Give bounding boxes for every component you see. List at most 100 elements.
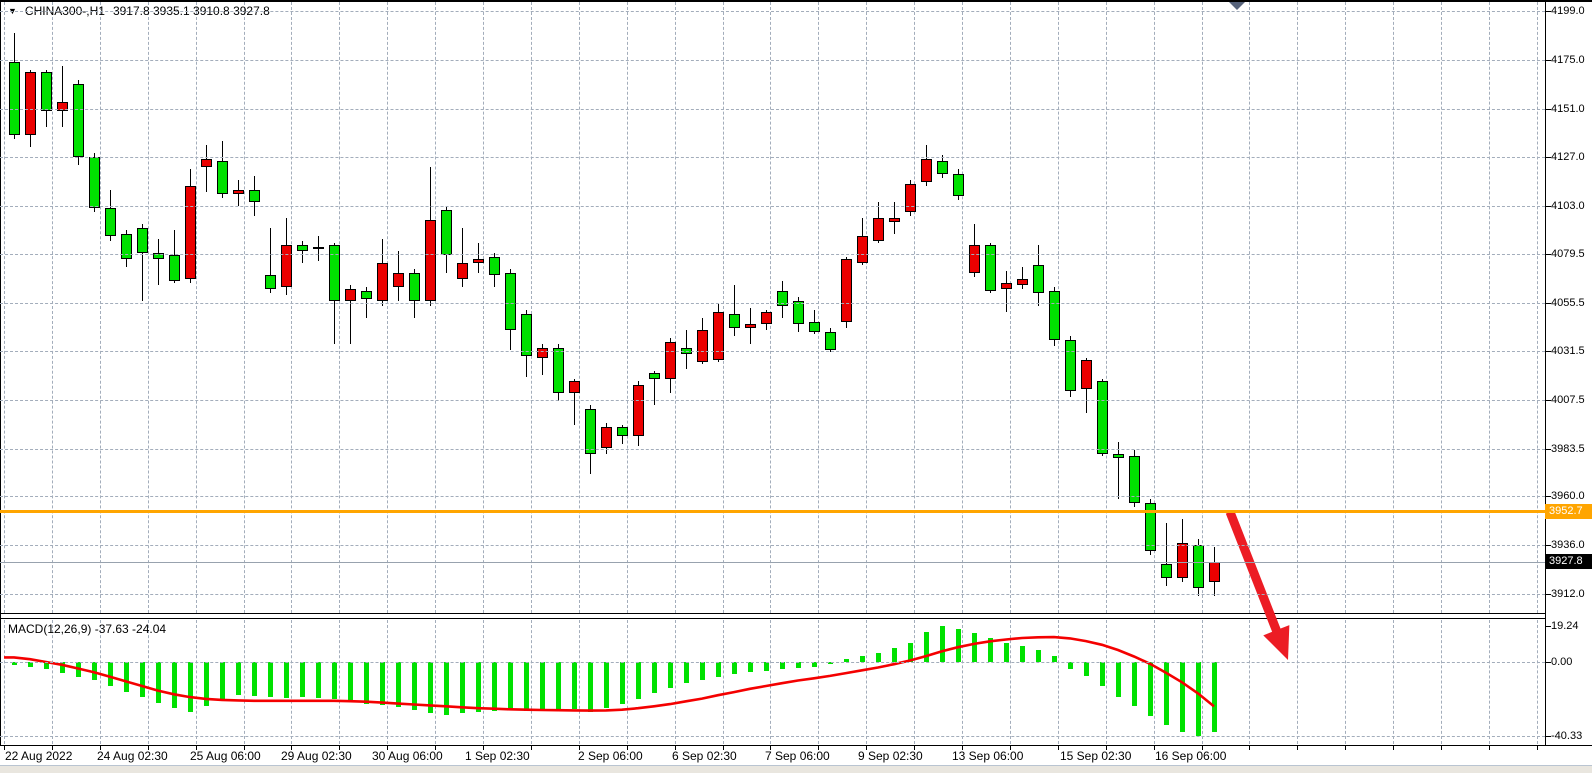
- time-axis-label: 15 Sep 02:30: [1060, 749, 1131, 763]
- macd-histogram-bar: [700, 662, 705, 680]
- macd-histogram-bar: [236, 662, 241, 695]
- macd-histogram-bar: [1084, 662, 1089, 676]
- horizontal-gridline: [0, 109, 1545, 110]
- macd-histogram-bar: [124, 662, 129, 692]
- panel-separator[interactable]: [0, 618, 1545, 619]
- macd-histogram-bar: [332, 662, 337, 699]
- candle-bullish: [665, 342, 676, 379]
- vertical-gridline: [914, 620, 915, 744]
- macd-histogram-bar: [172, 662, 177, 708]
- time-axis-tick: [627, 745, 628, 750]
- candle-bearish: [217, 161, 228, 194]
- macd-histogram-bar: [684, 662, 689, 683]
- candle-bullish: [633, 385, 644, 436]
- macd-histogram-bar: [1100, 662, 1105, 686]
- vertical-gridline: [1010, 2, 1011, 613]
- candle-wick: [1118, 442, 1119, 499]
- candle-bearish: [441, 210, 452, 255]
- macd-histogram-bar: [204, 662, 209, 706]
- macd-histogram-bar: [1196, 662, 1201, 736]
- vertical-gridline: [1106, 2, 1107, 613]
- vertical-gridline: [100, 620, 101, 744]
- candle-bearish: [793, 301, 804, 323]
- vertical-gridline: [1297, 620, 1298, 744]
- macd-histogram-bar: [940, 626, 945, 662]
- macd-gridline: [0, 662, 1545, 663]
- candle-bearish: [521, 314, 532, 357]
- time-axis-tick: [100, 745, 101, 750]
- time-axis[interactable]: 22 Aug 202224 Aug 02:3025 Aug 06:0029 Au…: [0, 745, 1592, 765]
- macd-histogram-bar: [220, 662, 225, 699]
- macd-histogram-bar: [1132, 662, 1137, 706]
- macd-histogram-bar: [1212, 662, 1217, 732]
- candle-bearish: [649, 373, 660, 379]
- horizontal-gridline: [0, 545, 1545, 546]
- macd-histogram-bar: [668, 662, 673, 688]
- bid-price-line: [0, 562, 1545, 563]
- price-chart-panel[interactable]: [0, 2, 1545, 613]
- macd-histogram-bar: [1116, 662, 1121, 697]
- macd-histogram-bar: [92, 662, 97, 680]
- macd-histogram-bar: [876, 653, 881, 662]
- macd-histogram-bar: [652, 662, 657, 693]
- vertical-gridline: [770, 2, 771, 613]
- vertical-gridline: [1106, 620, 1107, 744]
- candle-bullish: [601, 427, 612, 447]
- time-axis-label: 9 Sep 02:30: [858, 749, 923, 763]
- panel-separator[interactable]: [0, 613, 1545, 614]
- macd-histogram-bar: [988, 638, 993, 662]
- candle-bearish: [585, 409, 596, 454]
- horizontal-line-object[interactable]: [0, 510, 1545, 513]
- candle-bullish: [857, 236, 868, 262]
- candle-bullish: [1209, 562, 1220, 582]
- orange-price-badge: 3952.7: [1545, 504, 1592, 519]
- vertical-gridline: [435, 2, 436, 613]
- time-axis-tick: [1393, 745, 1394, 750]
- vertical-gridline: [483, 2, 484, 613]
- macd-histogram-bar: [380, 662, 385, 705]
- time-axis-tick: [1154, 745, 1155, 750]
- vertical-gridline: [723, 620, 724, 744]
- candle-wick: [62, 66, 63, 127]
- candle-bearish: [361, 291, 372, 299]
- horizontal-gridline: [0, 206, 1545, 207]
- candle-bearish: [297, 245, 308, 251]
- macd-histogram-bar: [140, 662, 145, 697]
- candle-bullish: [457, 263, 468, 279]
- macd-histogram-bar: [156, 662, 161, 703]
- candle-bearish: [985, 245, 996, 292]
- price-axis-label: 4007.5: [1551, 394, 1585, 406]
- candle-bullish: [201, 159, 212, 167]
- price-axis-label: 3983.5: [1551, 443, 1585, 455]
- macd-axis-label: -40.33: [1551, 730, 1582, 742]
- time-axis-tick: [531, 745, 532, 750]
- candle-bearish: [953, 174, 964, 196]
- macd-histogram-bar: [460, 662, 465, 713]
- vertical-gridline: [866, 2, 867, 613]
- macd-histogram-bar: [572, 662, 577, 709]
- vertical-gridline: [4, 620, 5, 744]
- time-axis-label: 13 Sep 06:00: [952, 749, 1023, 763]
- vertical-gridline: [1249, 620, 1250, 744]
- macd-histogram-bar: [588, 662, 593, 712]
- macd-histogram-bar: [444, 662, 449, 715]
- macd-histogram-bar: [1148, 662, 1153, 716]
- macd-histogram-bar: [924, 632, 929, 662]
- time-axis-label: 22 Aug 2022: [5, 749, 72, 763]
- time-axis-tick: [387, 745, 388, 750]
- macd-panel[interactable]: [0, 620, 1545, 744]
- macd-histogram-bar: [252, 662, 257, 696]
- macd-histogram-bar: [1180, 662, 1185, 732]
- price-axis-label: 3912.0: [1551, 588, 1585, 600]
- chart-shift-marker-icon: [1229, 2, 1245, 10]
- time-axis-tick: [818, 745, 819, 750]
- vertical-gridline: [1441, 620, 1442, 744]
- macd-histogram-bar: [556, 662, 561, 710]
- macd-histogram-bar: [316, 662, 321, 698]
- macd-histogram-bar: [1164, 662, 1169, 725]
- candle-bearish: [249, 190, 260, 202]
- vertical-gridline: [148, 2, 149, 613]
- time-axis-tick: [914, 745, 915, 750]
- time-axis-tick: [770, 745, 771, 750]
- candle-bearish: [1065, 340, 1076, 391]
